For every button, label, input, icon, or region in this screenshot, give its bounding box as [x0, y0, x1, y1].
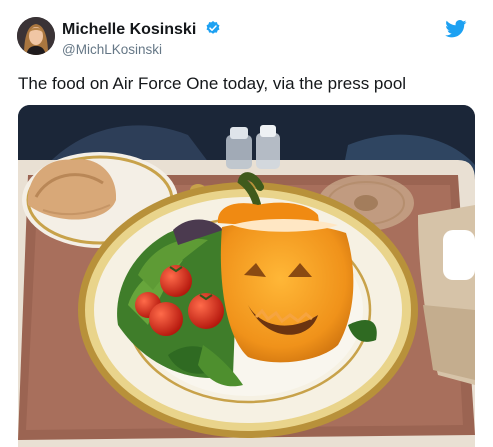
tweet-card: Michelle Kosinski @MichLKosinski The foo… — [0, 0, 493, 447]
verified-badge-icon — [205, 20, 221, 41]
tweet-text: The food on Air Force One today, via the… — [18, 74, 407, 93]
avatar[interactable] — [17, 17, 55, 55]
author-name-text[interactable]: Michelle Kosinski — [62, 21, 196, 38]
author-handle[interactable]: @MichLKosinski — [62, 42, 162, 57]
author-name[interactable]: Michelle Kosinski — [62, 20, 221, 41]
twitter-bird-icon[interactable] — [445, 20, 467, 43]
tweet-photo[interactable] — [18, 105, 475, 447]
